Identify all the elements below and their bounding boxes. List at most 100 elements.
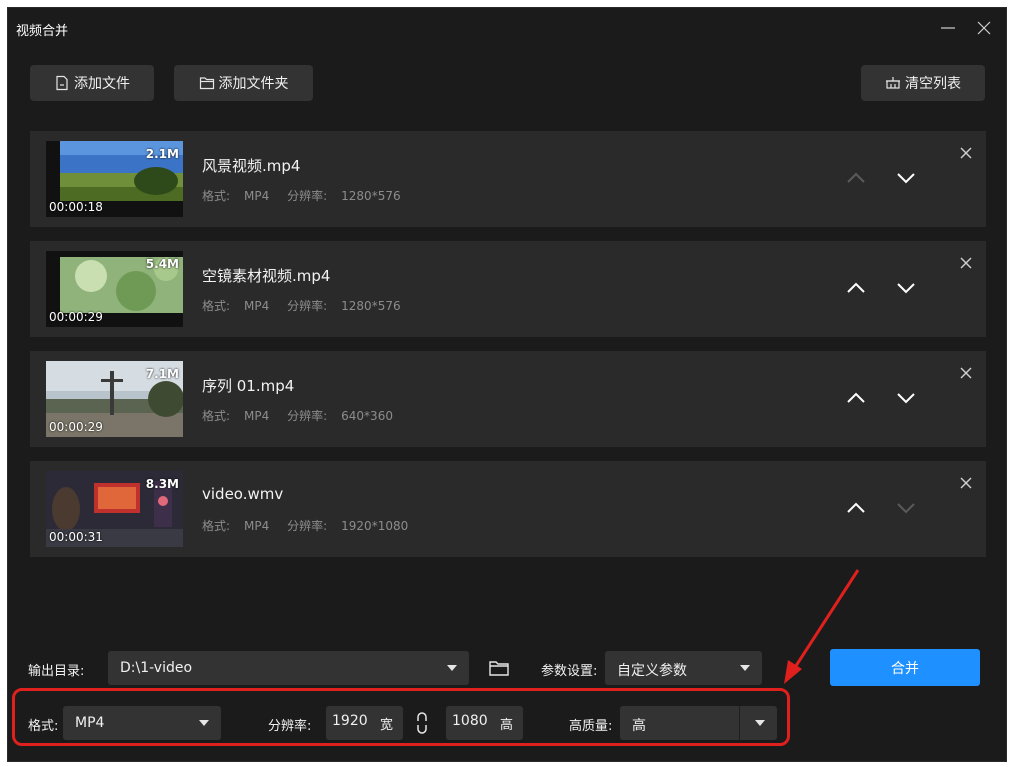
move-down-button[interactable] [895, 387, 917, 409]
video-thumbnail: 2.1M 00:00:18 [46, 141, 183, 217]
file-list-item[interactable]: 2.1M 00:00:18 风景视频.mp4 格式: MP4 分辨率: 1280*5… [30, 131, 986, 227]
close-icon [977, 21, 991, 35]
file-list-item[interactable]: 8.3M 00:00:31 video.wmv 格式: MP4 分辨率: 1920*… [30, 461, 986, 557]
file-list-item[interactable]: 7.1M 00:00:29 序列 01.mp4 格式: MP4 分辨率: 640*3… [30, 351, 986, 447]
quality-value: 高 [632, 718, 646, 734]
move-up-button[interactable] [845, 387, 867, 409]
output-dir-select[interactable]: D:\1-video [108, 651, 469, 685]
remove-file-button[interactable] [958, 475, 974, 491]
file-size: 8.3M [145, 477, 179, 491]
format-setting-label: 格式: [28, 719, 59, 734]
resolution-value: 640*360 [341, 409, 393, 423]
format-value: MP4 [244, 409, 270, 423]
file-meta: 格式: MP4 分辨率: 1280*576 [202, 187, 415, 204]
caret-down-icon [447, 665, 457, 671]
chevron-down-icon [897, 393, 915, 404]
aspect-lock-toggle[interactable] [414, 711, 430, 735]
add-file-button[interactable]: 添加文件 [30, 65, 154, 101]
chevron-down-icon [897, 283, 915, 294]
resolution-value: 1920*1080 [341, 519, 409, 533]
height-unit-label: 高 [499, 718, 513, 733]
params-label: 参数设置: [541, 664, 598, 679]
app-window: 视频合并 添加文件 添加文件夹 清空列表 2.1M 00:00:18 风景视频.… [7, 7, 1007, 762]
window-title: 视频合并 [16, 24, 69, 39]
video-duration: 00:00:29 [49, 310, 103, 324]
move-down-button[interactable] [895, 497, 917, 519]
format-label: 格式: [202, 299, 231, 313]
video-duration: 00:00:29 [49, 420, 103, 434]
caret-down-icon [199, 720, 209, 726]
file-size: 5.4M [145, 257, 179, 271]
move-up-button[interactable] [845, 167, 867, 189]
move-down-button[interactable] [895, 277, 917, 299]
move-down-button[interactable] [895, 167, 917, 189]
caret-down-icon [740, 665, 750, 671]
add-folder-button[interactable]: 添加文件夹 [174, 65, 313, 101]
browse-folder-button[interactable] [488, 658, 510, 678]
resolution-setting-label: 分辨率: [268, 719, 312, 734]
move-up-button[interactable] [845, 497, 867, 519]
caret-down-icon [755, 720, 765, 726]
folder-icon [489, 661, 509, 676]
file-size: 2.1M [145, 147, 179, 161]
close-icon [960, 257, 972, 269]
quality-select[interactable]: 高 [620, 706, 777, 740]
video-duration: 00:00:31 [49, 530, 103, 544]
format-value: MP4 [244, 519, 270, 533]
resolution-value: 1280*576 [341, 299, 401, 313]
remove-file-button[interactable] [958, 145, 974, 161]
width-field[interactable]: 宽 [326, 706, 403, 740]
remove-file-button[interactable] [958, 365, 974, 381]
chevron-down-icon [897, 173, 915, 184]
height-input[interactable] [452, 713, 496, 729]
format-select[interactable]: MP4 [63, 706, 221, 740]
format-setting-value: MP4 [75, 715, 105, 731]
format-value: MP4 [244, 189, 270, 203]
output-dir-value: D:\1-video [120, 660, 193, 676]
close-icon [960, 147, 972, 159]
video-thumbnail: 8.3M 00:00:31 [46, 471, 183, 547]
resolution-label: 分辨率: [287, 189, 328, 203]
close-icon [960, 477, 972, 489]
move-up-button[interactable] [845, 277, 867, 299]
minimize-button[interactable] [938, 18, 958, 38]
chevron-down-icon [897, 503, 915, 514]
resolution-label: 分辨率: [287, 519, 328, 533]
video-duration: 00:00:18 [49, 200, 103, 214]
file-meta: 格式: MP4 分辨率: 1920*1080 [202, 517, 422, 534]
chevron-up-icon [847, 282, 865, 293]
video-thumbnail: 7.1M 00:00:29 [46, 361, 183, 437]
clear-list-button[interactable]: 清空列表 [861, 65, 985, 101]
close-window-button[interactable] [974, 18, 994, 38]
folder-icon [199, 77, 214, 90]
format-value: MP4 [244, 299, 270, 313]
height-field[interactable]: 高 [446, 706, 523, 740]
width-input[interactable] [332, 713, 376, 729]
file-name: 风景视频.mp4 [202, 157, 301, 175]
format-label: 格式: [202, 519, 231, 533]
resolution-value: 1280*576 [341, 189, 401, 203]
link-icon [417, 712, 427, 734]
params-select[interactable]: 自定义参数 [605, 651, 762, 685]
add-file-label: 添加文件 [74, 76, 130, 92]
output-dir-label: 输出目录: [28, 664, 85, 679]
width-unit-label: 宽 [379, 718, 393, 733]
resolution-label: 分辨率: [287, 299, 328, 313]
quality-label: 高质量: [569, 719, 613, 734]
minimize-icon [941, 27, 955, 29]
remove-file-button[interactable] [958, 255, 974, 271]
video-thumbnail: 5.4M 00:00:29 [46, 251, 183, 327]
broom-icon [886, 77, 900, 89]
format-label: 格式: [202, 189, 231, 203]
file-list-item[interactable]: 5.4M 00:00:29 空镜素材视频.mp4 格式: MP4 分辨率: 1280… [30, 241, 986, 337]
chevron-up-icon [847, 172, 865, 183]
file-meta: 格式: MP4 分辨率: 1280*576 [202, 297, 415, 314]
clear-list-label: 清空列表 [905, 76, 961, 92]
select-divider [739, 706, 740, 740]
close-icon [960, 367, 972, 379]
file-icon [56, 75, 68, 91]
file-meta: 格式: MP4 分辨率: 640*360 [202, 407, 407, 424]
file-size: 7.1M [145, 367, 179, 381]
chevron-up-icon [847, 392, 865, 403]
merge-button[interactable]: 合并 [830, 649, 980, 686]
